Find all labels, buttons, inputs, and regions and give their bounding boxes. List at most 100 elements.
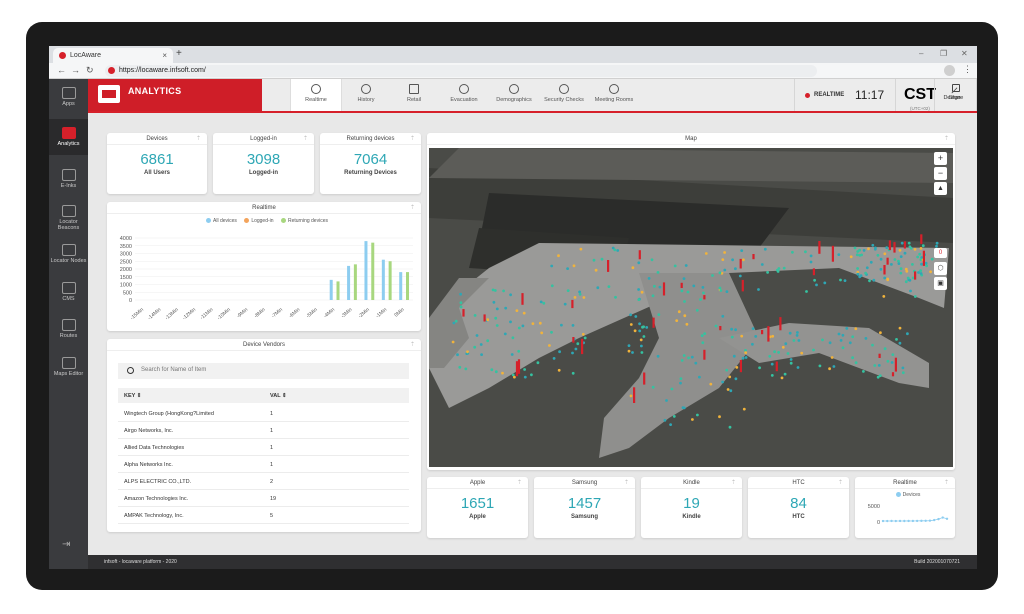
browser-tab[interactable]: LocAware × (53, 48, 173, 63)
zoom-in-button[interactable]: + (934, 152, 947, 165)
pin-icon[interactable]: ⇡ (624, 479, 629, 486)
device-marker (885, 246, 889, 249)
tab-history[interactable]: History (340, 79, 392, 111)
table-row[interactable]: AMPAK Technology, Inc. 5 (118, 507, 409, 524)
tab-security-checks[interactable]: Security Checks (538, 79, 590, 111)
bar (353, 264, 357, 300)
device-marker (891, 353, 895, 356)
sidebar-item-maps-editor[interactable]: Maps Editor (49, 357, 88, 377)
floor-indicator[interactable]: 0 (934, 248, 947, 258)
tab-demographics[interactable]: Demographics (488, 79, 540, 111)
table-row[interactable]: Allied Data Technologies 1 (118, 439, 409, 456)
sidebar-item-locator-beacons[interactable]: Locator Beacons (49, 205, 88, 231)
y-tick-label: 0 (129, 298, 132, 304)
sidebar-item-analytics[interactable]: Analytics (49, 119, 88, 155)
camera-icon[interactable]: ▣ (934, 277, 947, 290)
column-header-key[interactable]: KEY ⇕ (124, 393, 141, 399)
profile-icon[interactable] (944, 65, 955, 76)
device-marker (629, 323, 633, 326)
close-tab-icon[interactable]: × (162, 51, 167, 60)
device-marker (734, 328, 737, 332)
x-tick-label: -1Min (375, 307, 389, 320)
pin-icon[interactable]: ⇡ (838, 479, 843, 486)
density-bar (886, 257, 889, 265)
pin-icon[interactable]: ⇡ (196, 135, 201, 142)
data-point (928, 519, 932, 522)
y-tick-label: 2000 (120, 267, 132, 273)
pin-icon[interactable]: ⇡ (303, 135, 308, 142)
table-row[interactable]: Alpha Networks Inc. 1 (118, 456, 409, 473)
card-title: HTC (792, 480, 805, 486)
device-marker (839, 339, 843, 342)
close-window-icon[interactable]: ✕ (961, 49, 968, 58)
legend-label[interactable]: Returning devices (288, 218, 328, 224)
forward-icon[interactable]: → (71, 65, 80, 75)
legend-label[interactable]: Devices (903, 492, 921, 498)
device-marker (513, 375, 516, 379)
sidebar-item-locator-nodes[interactable]: Locator Nodes (49, 244, 88, 264)
density-bar (739, 360, 742, 373)
column-header-val[interactable]: VAL ⇕ (270, 393, 287, 399)
logout-icon[interactable]: ⇥ (62, 539, 70, 550)
map-canvas[interactable]: + − ▲ 0 ⬡ ▣ (429, 148, 953, 467)
realtime-indicator[interactable]: REALTIME 11:17 (794, 79, 895, 111)
sidebar-item-e-inks[interactable]: E-Inks (49, 169, 88, 189)
sidebar-item-cms[interactable]: CMS (49, 282, 88, 302)
url-field[interactable]: https://locaware.infsoft.com/ (105, 65, 817, 77)
device-marker (677, 310, 681, 314)
map-3d-view[interactable] (429, 148, 953, 467)
vendor-search-input[interactable]: Search for Name of Item (118, 363, 409, 379)
device-marker (574, 347, 578, 351)
kpi-card-devices: Devices ⇡ 6861 All Users (107, 133, 207, 194)
app-sidebar: Apps Analytics E-Inks Locator Beacons Lo… (49, 79, 88, 569)
sidebar-item-apps[interactable]: Apps (49, 87, 88, 107)
legend-label[interactable]: All devices (213, 218, 237, 224)
zoom-out-button[interactable]: − (934, 167, 947, 180)
tab-meeting-rooms[interactable]: Meeting Rooms (588, 79, 640, 111)
density-bar (878, 353, 881, 358)
kpi-label: Returning Devices (344, 170, 397, 176)
x-tick-label: -6Min (288, 307, 302, 320)
legend-label[interactable]: Logged-in (251, 218, 273, 224)
device-marker (548, 344, 551, 347)
sidebar-item-label: Apps (62, 101, 75, 107)
device-marker (792, 339, 796, 342)
3d-toggle-icon[interactable]: ⬡ (934, 262, 947, 275)
pin-icon[interactable]: ⇡ (731, 479, 736, 486)
share-button[interactable]: Share (934, 84, 977, 101)
pin-icon[interactable]: ⇡ (410, 341, 415, 348)
kpi-label: Logged-in (249, 170, 278, 176)
pin-icon[interactable]: ⇡ (944, 135, 949, 142)
minimize-icon[interactable]: – (919, 49, 923, 58)
tab-realtime[interactable]: Realtime (290, 79, 342, 111)
compass-button[interactable]: ▲ (934, 182, 947, 195)
device-marker (890, 263, 893, 266)
tab-evacuation[interactable]: Evacuation (438, 79, 490, 111)
pin-icon[interactable]: ⇡ (517, 479, 522, 486)
tab-retail[interactable]: Retail (388, 79, 440, 111)
sidebar-item-routes[interactable]: Routes (49, 319, 88, 339)
device-marker (494, 316, 498, 320)
device-marker (675, 319, 679, 322)
table-row[interactable]: Airgo Networks, Inc. 1 (118, 422, 409, 439)
device-marker (672, 415, 676, 418)
page-title: ANALYTICS (128, 86, 182, 96)
density-bar (922, 250, 925, 266)
device-marker (684, 264, 688, 267)
table-row[interactable]: Amazon Technologies Inc. 19 (118, 490, 409, 507)
device-marker (721, 258, 725, 261)
device-marker (771, 334, 775, 338)
pin-icon[interactable]: ⇡ (410, 204, 415, 211)
device-marker (501, 371, 504, 375)
back-icon[interactable]: ← (57, 65, 66, 75)
new-tab-icon[interactable]: + (176, 48, 182, 59)
pin-icon[interactable]: ⇡ (410, 135, 415, 142)
table-row[interactable]: Wingtech Group (HongKong?Limited 1 (118, 405, 409, 422)
table-row[interactable]: ALPS ELECTRIC CO.,LTD. 2 (118, 473, 409, 490)
menu-icon[interactable]: ⋮ (963, 64, 972, 75)
reload-icon[interactable]: ↻ (86, 65, 94, 76)
device-marker (800, 351, 804, 355)
maximize-icon[interactable]: ❐ (940, 49, 947, 58)
mini-realtime-card: Realtime ⇡ Devices 0 5000 (855, 477, 955, 538)
pin-icon[interactable]: ⇡ (944, 479, 949, 486)
